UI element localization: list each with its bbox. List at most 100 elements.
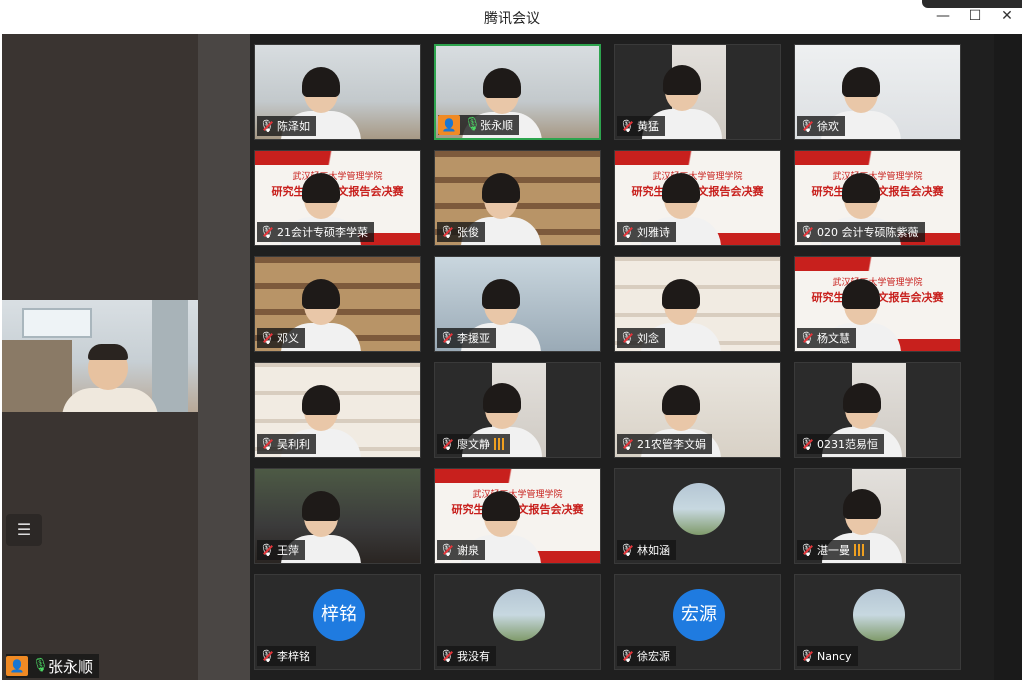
participant-tile[interactable]: 🎙 林如涵: [614, 468, 781, 564]
avatar: [493, 589, 545, 641]
participant-name-tag: 🎙 刘念: [617, 328, 665, 348]
participant-tile[interactable]: 🎙 0231范易恒: [794, 362, 961, 458]
participant-tile[interactable]: 🎙 李援亚: [434, 256, 601, 352]
background-door: [152, 300, 188, 412]
participant-name-tag: 🎙 李梓铭: [257, 646, 316, 666]
mic-muted-icon: 🎙: [797, 540, 817, 560]
participant-name: 廖文静: [457, 438, 490, 451]
mic-muted-icon: 🎙: [257, 116, 277, 136]
participant-hair: [302, 491, 340, 521]
host-person-icon: 👤: [6, 656, 28, 676]
participant-hair: [662, 279, 700, 309]
mic-muted-icon: 🎙: [257, 646, 277, 666]
participant-tile[interactable]: 🎙 陈泽如: [254, 44, 421, 140]
participant-name: 我没有: [457, 650, 490, 663]
participant-tile[interactable]: 宏源 🎙 徐宏源: [614, 574, 781, 670]
participant-tile[interactable]: 武汉轻工大学管理学院研究生科技论文报告会决赛🎙21会计专硕李学菜: [254, 150, 421, 246]
banner-decoration: [255, 151, 420, 165]
participant-tile[interactable]: 🎙 廖文静: [434, 362, 601, 458]
mic-muted-icon: 🎙: [617, 222, 637, 242]
participant-name: 湛一曼: [817, 544, 850, 557]
participant-name: 黄猛: [637, 120, 659, 133]
participant-hair: [482, 279, 520, 309]
participant-hair: [482, 491, 520, 521]
mic-muted-icon: 🎙: [617, 540, 637, 560]
participant-name: 谢泉: [457, 544, 479, 557]
mic-on-icon: 🎙: [32, 658, 49, 673]
participant-tile[interactable]: 梓铭 🎙 李梓铭: [254, 574, 421, 670]
participant-name-tag: 🎙 刘雅诗: [617, 222, 676, 242]
participant-tile[interactable]: 🎙 Nancy: [794, 574, 961, 670]
participant-tile[interactable]: 🎙 邓义: [254, 256, 421, 352]
banner-school: 武汉轻工大学管理学院: [292, 172, 383, 182]
participant-name: 李梓铭: [277, 650, 310, 663]
mic-muted-icon: 🎙: [437, 646, 457, 666]
participant-name: 21农管李文娟: [637, 438, 706, 451]
avatar: [853, 589, 905, 641]
participant-name: 邓义: [277, 332, 299, 345]
minimize-button[interactable]: —: [926, 4, 960, 28]
participant-name-tag: 🎙 湛一曼: [797, 540, 870, 560]
host-person-icon: 👤: [438, 115, 460, 135]
participant-hair: [483, 383, 521, 413]
banner-school: 武汉轻工大学管理学院: [652, 172, 743, 182]
maximize-button[interactable]: ☐: [958, 4, 992, 28]
participant-name: 020 会计专硕陈紫薇: [817, 226, 919, 239]
participant-tile[interactable]: 武汉轻工大学管理学院研究生科技论文报告会决赛🎙020 会计专硕陈紫薇: [794, 150, 961, 246]
participant-name: 杨文慧: [817, 332, 850, 345]
banner-decoration: [795, 257, 960, 271]
mic-muted-icon: 🎙: [797, 646, 817, 666]
participant-hair: [482, 173, 520, 203]
participant-tile[interactable]: 🎙 徐欢: [794, 44, 961, 140]
participant-tile[interactable]: 🎙 湛一曼: [794, 468, 961, 564]
participant-tile[interactable]: 🎙 黄猛: [614, 44, 781, 140]
participant-name-tag: 🎙 陈泽如: [257, 116, 316, 136]
participant-hair: [302, 173, 340, 203]
banner-decoration: [795, 151, 960, 165]
participant-tile[interactable]: 武汉轻工大学管理学院研究生科技论文报告会决赛🎙谢泉: [434, 468, 601, 564]
participant-tile[interactable]: 武汉轻工大学管理学院研究生科技论文报告会决赛🎙杨文慧: [794, 256, 961, 352]
participant-name-tag: 🎙 我没有: [437, 646, 496, 666]
participant-tile[interactable]: 🎙 张俊: [434, 150, 601, 246]
participant-hair: [302, 279, 340, 309]
avatar: [673, 483, 725, 535]
mic-muted-icon: 🎙: [257, 540, 277, 560]
participant-tile[interactable]: 🎙 吴利利: [254, 362, 421, 458]
participant-tile[interactable]: 🎙 21农管李文娟: [614, 362, 781, 458]
gallery-view: 🎙陈泽如👤🎙张永顺🎙黄猛🎙徐欢武汉轻工大学管理学院研究生科技论文报告会决赛🎙21…: [198, 34, 1022, 680]
mic-muted-icon: 🎙: [257, 328, 277, 348]
participant-grid: 🎙陈泽如👤🎙张永顺🎙黄猛🎙徐欢武汉轻工大学管理学院研究生科技论文报告会决赛🎙21…: [254, 44, 970, 670]
participant-name-tag: 🎙 王萍: [257, 540, 305, 560]
participant-name: 刘念: [637, 332, 659, 345]
participant-name-tag: 🎙 张俊: [437, 222, 485, 242]
participant-tile[interactable]: 🎙 我没有: [434, 574, 601, 670]
participant-name: 张俊: [457, 226, 479, 239]
mic-muted-icon: 🎙: [797, 328, 817, 348]
mic-muted-icon: 🎙: [617, 646, 637, 666]
close-button[interactable]: ✕: [990, 4, 1024, 28]
mic-muted-icon: 🎙: [437, 540, 457, 560]
participant-name: 王萍: [277, 544, 299, 557]
participant-name: 0231范易恒: [817, 438, 878, 451]
list-menu-icon[interactable]: ☰: [6, 514, 42, 546]
participant-hair: [483, 68, 521, 98]
mic-muted-icon: 🎙: [617, 116, 637, 136]
banner-school: 武汉轻工大学管理学院: [832, 278, 923, 288]
participant-name-tag: 🎙 谢泉: [437, 540, 485, 560]
mic-muted-icon: 🎙: [437, 222, 457, 242]
mic-muted-icon: 🎙: [797, 222, 817, 242]
participant-name-tag: 🎙 吴利利: [257, 434, 316, 454]
participant-hair: [842, 279, 880, 309]
participant-hair: [663, 65, 701, 95]
participant-tile[interactable]: 🎙 刘念: [614, 256, 781, 352]
participant-tile[interactable]: 🎙 王萍: [254, 468, 421, 564]
speaker-name-tag: 👤 🎙 张永顺: [6, 654, 100, 678]
participant-name: 徐宏源: [637, 650, 670, 663]
participant-tile[interactable]: 武汉轻工大学管理学院研究生科技论文报告会决赛🎙刘雅诗: [614, 150, 781, 246]
participant-tile[interactable]: 👤 🎙 张永顺: [434, 44, 601, 140]
mic-muted-icon: 🎙: [617, 328, 637, 348]
participant-hair: [302, 385, 340, 415]
participant-name-tag: 🎙 邓义: [257, 328, 305, 348]
participant-name-tag: 🎙 020 会计专硕陈紫薇: [797, 222, 925, 242]
participant-name-tag: 🎙 李援亚: [437, 328, 496, 348]
